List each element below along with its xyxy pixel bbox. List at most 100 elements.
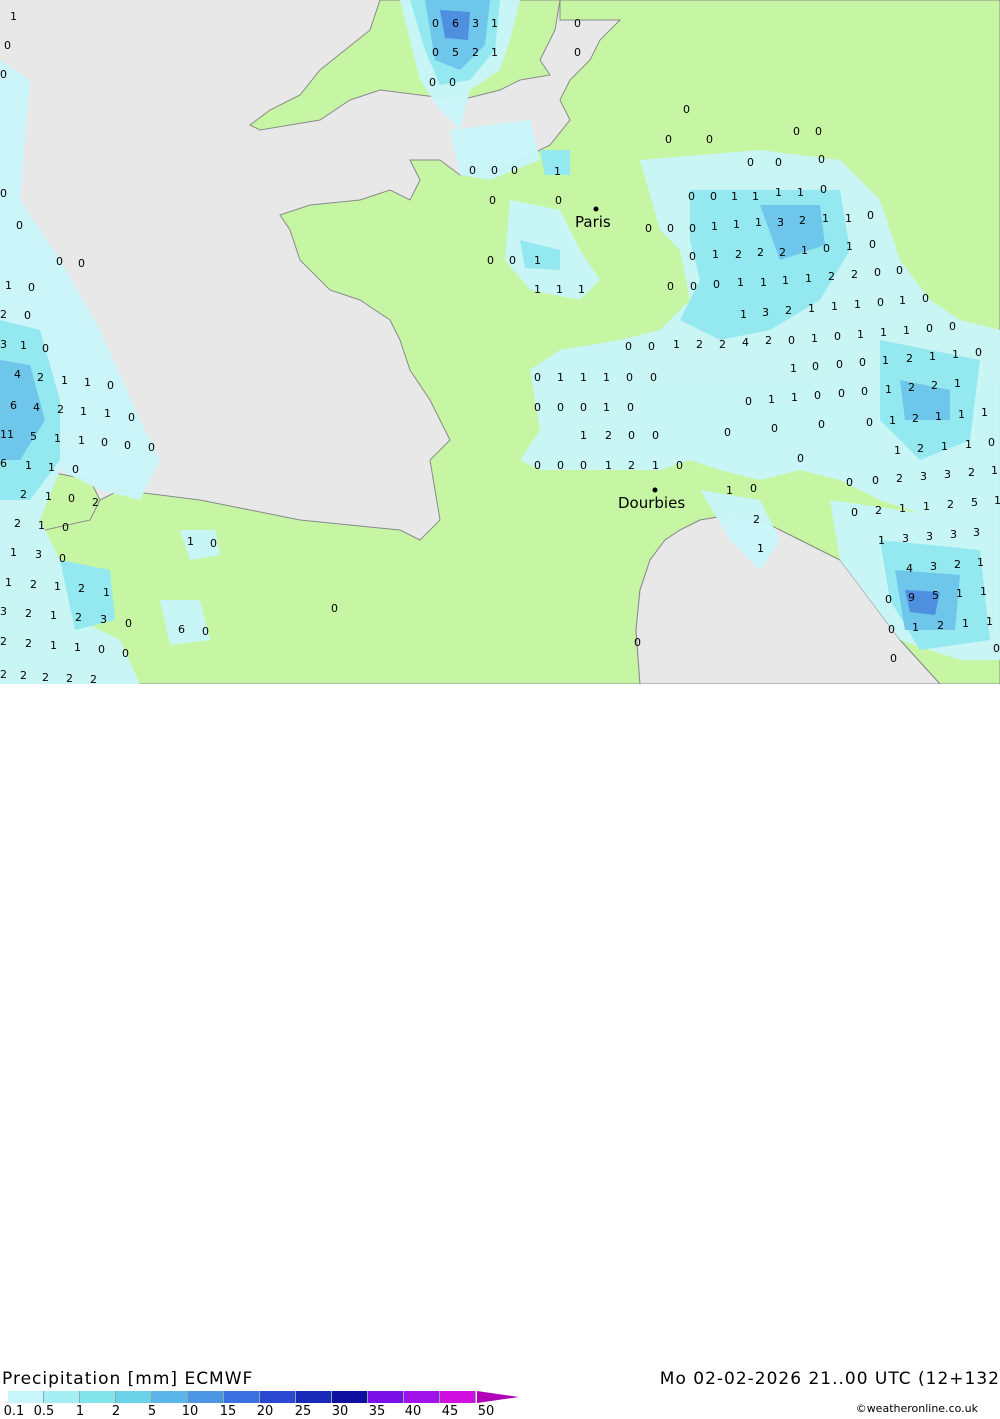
svg-text:1: 1: [25, 459, 32, 472]
svg-text:2: 2: [896, 472, 903, 485]
svg-text:2: 2: [472, 46, 479, 59]
svg-text:1: 1: [673, 338, 680, 351]
svg-text:0: 0: [775, 156, 782, 169]
svg-text:1: 1: [846, 240, 853, 253]
scale-segment: [188, 1391, 224, 1403]
svg-text:2: 2: [851, 268, 858, 281]
svg-text:0: 0: [838, 387, 845, 400]
scale-tick-label: 50: [477, 1404, 495, 1419]
svg-text:2: 2: [719, 338, 726, 351]
scale-segment: [260, 1391, 296, 1403]
svg-text:5: 5: [971, 496, 978, 509]
svg-text:0: 0: [648, 340, 655, 353]
svg-text:0: 0: [432, 17, 439, 30]
svg-text:1: 1: [733, 218, 740, 231]
svg-text:0: 0: [650, 371, 657, 384]
svg-text:1: 1: [10, 10, 17, 23]
svg-text:0: 0: [885, 593, 892, 606]
svg-text:2: 2: [735, 248, 742, 261]
svg-text:6: 6: [0, 457, 7, 470]
svg-text:0: 0: [846, 476, 853, 489]
svg-text:1: 1: [731, 190, 738, 203]
scale-segment: [116, 1391, 152, 1403]
scale-tick-label: 1: [75, 1404, 85, 1419]
svg-text:6: 6: [10, 399, 17, 412]
svg-text:0: 0: [745, 395, 752, 408]
scale-tick-label: 30: [331, 1404, 349, 1419]
svg-text:2: 2: [37, 371, 44, 384]
svg-text:0: 0: [645, 222, 652, 235]
svg-text:1: 1: [740, 308, 747, 321]
svg-text:3: 3: [100, 613, 107, 626]
svg-text:3: 3: [777, 216, 784, 229]
svg-text:0: 0: [877, 296, 884, 309]
scale-tick-label: 20: [256, 1404, 274, 1419]
svg-text:0: 0: [24, 309, 31, 322]
svg-text:2: 2: [92, 496, 99, 509]
svg-text:1: 1: [768, 393, 775, 406]
svg-text:2: 2: [828, 270, 835, 283]
svg-text:0: 0: [820, 183, 827, 196]
credit-text[interactable]: ©weatheronline.co.uk: [856, 1402, 978, 1415]
svg-text:1: 1: [757, 542, 764, 555]
svg-text:0: 0: [793, 125, 800, 138]
svg-text:1: 1: [790, 362, 797, 375]
svg-text:0: 0: [124, 439, 131, 452]
svg-text:2: 2: [90, 673, 97, 684]
svg-text:2: 2: [25, 607, 32, 620]
svg-text:0: 0: [432, 46, 439, 59]
svg-text:0: 0: [469, 164, 476, 177]
svg-text:0: 0: [580, 459, 587, 472]
svg-text:0: 0: [534, 401, 541, 414]
svg-text:3: 3: [920, 470, 927, 483]
svg-text:1: 1: [5, 576, 12, 589]
svg-text:2: 2: [906, 352, 913, 365]
svg-text:0: 0: [491, 164, 498, 177]
svg-text:0: 0: [78, 257, 85, 270]
svg-text:5: 5: [30, 430, 37, 443]
svg-text:3: 3: [35, 548, 42, 561]
svg-text:1: 1: [977, 556, 984, 569]
svg-text:4: 4: [742, 336, 749, 349]
svg-text:1: 1: [962, 617, 969, 630]
svg-text:1: 1: [854, 298, 861, 311]
svg-text:1: 1: [980, 585, 987, 598]
city-label-paris: Paris: [575, 213, 611, 231]
map-title: Precipitation [mm] ECMWF: [2, 1369, 254, 1389]
svg-text:0: 0: [869, 238, 876, 251]
svg-text:1: 1: [578, 283, 585, 296]
scale-segment: [368, 1391, 404, 1403]
svg-text:1: 1: [54, 580, 61, 593]
svg-text:0: 0: [713, 278, 720, 291]
svg-text:1: 1: [952, 348, 959, 361]
svg-text:0: 0: [818, 418, 825, 431]
svg-text:0: 0: [62, 521, 69, 534]
svg-text:1: 1: [54, 432, 61, 445]
svg-text:1: 1: [878, 534, 885, 547]
svg-text:1: 1: [652, 459, 659, 472]
svg-text:0: 0: [534, 459, 541, 472]
svg-text:6: 6: [178, 623, 185, 636]
scale-tick-label: 15: [219, 1404, 237, 1419]
svg-text:0: 0: [788, 334, 795, 347]
svg-text:0: 0: [797, 452, 804, 465]
svg-text:0: 0: [625, 340, 632, 353]
svg-text:1: 1: [958, 408, 965, 421]
svg-text:0: 0: [683, 103, 690, 116]
svg-text:1: 1: [603, 371, 610, 384]
svg-text:2: 2: [30, 578, 37, 591]
svg-text:0: 0: [949, 320, 956, 333]
city-dot-paris: [593, 206, 599, 212]
scale-segment: [296, 1391, 332, 1403]
svg-text:1: 1: [187, 535, 194, 548]
svg-text:1: 1: [45, 490, 52, 503]
svg-text:0: 0: [874, 266, 881, 279]
svg-text:1: 1: [534, 254, 541, 267]
svg-text:0: 0: [0, 187, 7, 200]
svg-text:0: 0: [690, 280, 697, 293]
svg-text:1: 1: [954, 377, 961, 390]
svg-text:0: 0: [993, 642, 1000, 655]
precipitation-map: 0631 0521 00 00 100 000 00 0001 000 000 …: [0, 0, 1000, 684]
svg-text:1: 1: [805, 272, 812, 285]
svg-text:1: 1: [61, 374, 68, 387]
